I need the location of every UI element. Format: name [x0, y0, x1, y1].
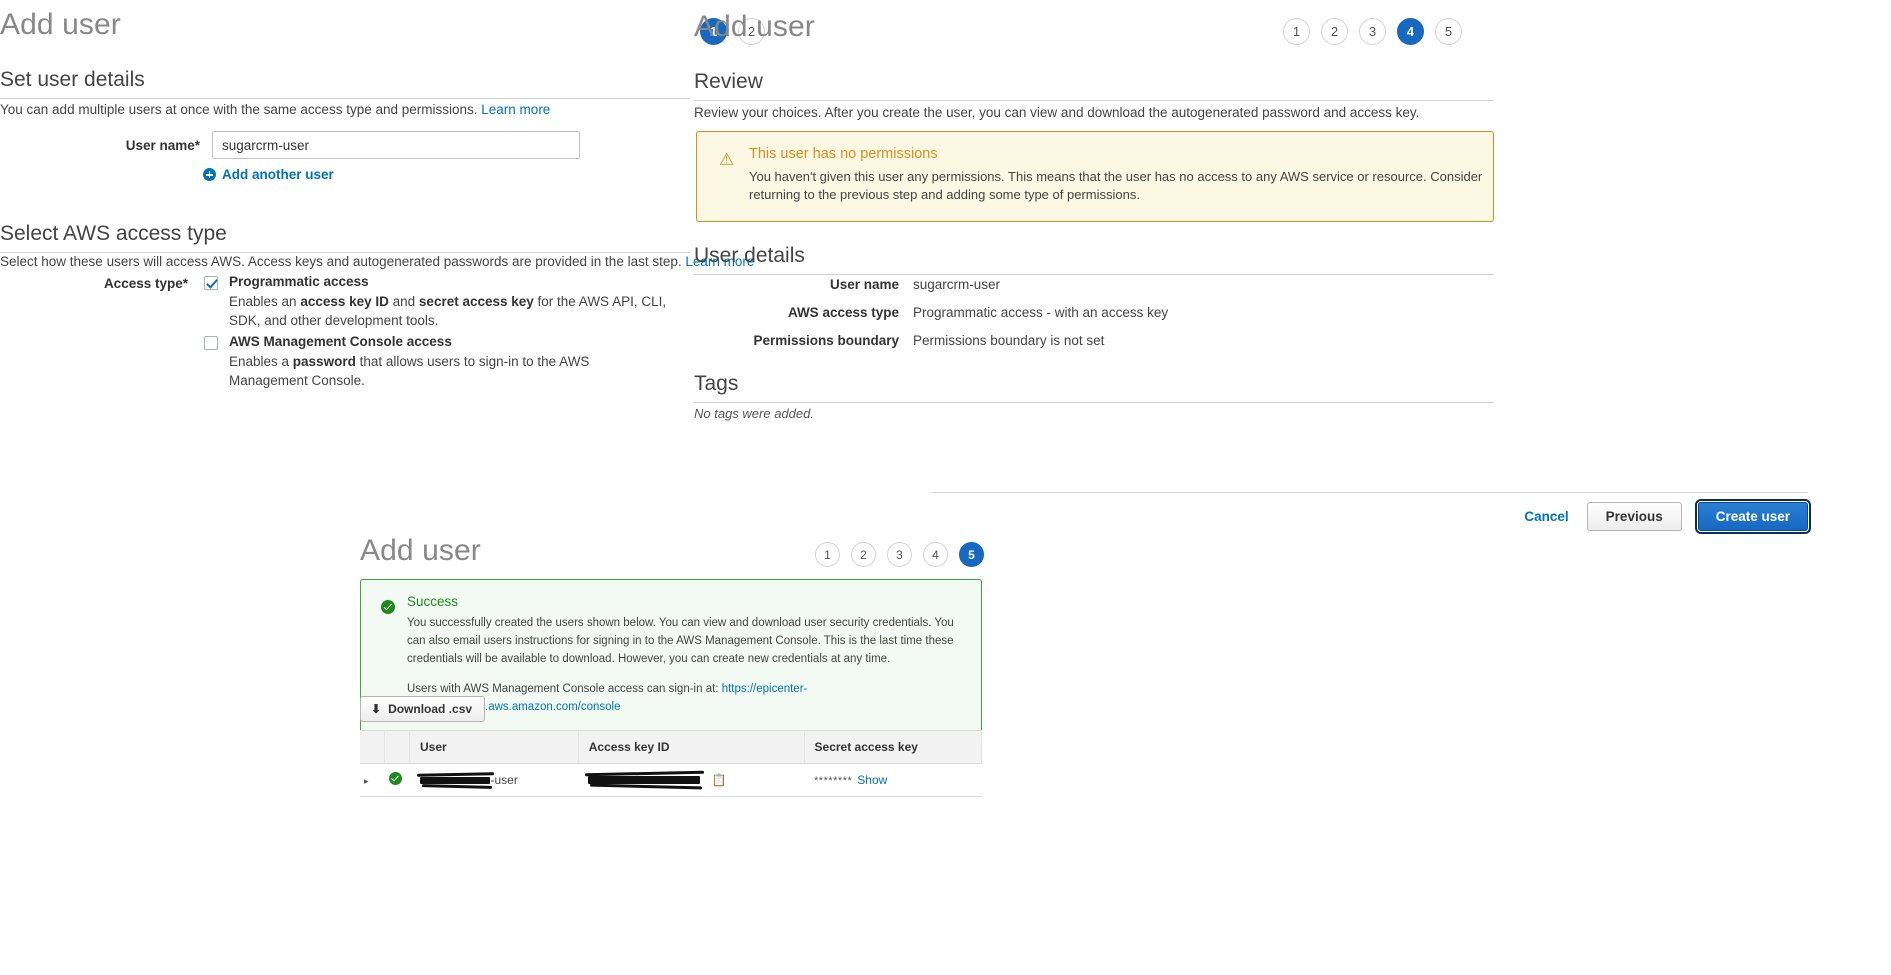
- success-signin-line: Users with AWS Management Console access…: [407, 681, 963, 717]
- option-programmatic-access: Programmatic access Enables an access ke…: [204, 274, 669, 330]
- action-bar: Cancel Previous Create user: [932, 492, 1812, 534]
- username-label: User name*: [125, 138, 200, 153]
- review-step-indicator-4[interactable]: 4: [1397, 18, 1424, 45]
- option-programmatic-access-title: Programmatic access: [229, 274, 369, 289]
- user-details-row: User name sugarcrm-user: [694, 277, 1494, 292]
- table-header-row: User Access key ID Secret access key: [360, 730, 983, 764]
- row-user-cell: -user: [409, 763, 579, 797]
- access-type-heading: Select AWS access type: [0, 222, 690, 253]
- set-user-details-description-text: You can add multiple users at once with …: [0, 102, 478, 117]
- warning-body: You haven't given this user any permissi…: [749, 169, 1483, 203]
- warning-title: This user has no permissions: [749, 146, 938, 162]
- tags-empty-message: No tags were added.: [694, 406, 814, 421]
- user-details-key: Permissions boundary: [753, 333, 899, 348]
- opt0-desc-p1: Enables an: [229, 294, 301, 309]
- download-csv-button[interactable]: ⬇ Download .csv: [360, 696, 486, 722]
- username-input[interactable]: [212, 131, 580, 159]
- expand-caret-icon[interactable]: ▸: [364, 776, 369, 787]
- secret-masked-value: ********: [814, 774, 853, 787]
- check-circle-icon: [381, 600, 395, 614]
- user-details-row: Permissions boundary Permissions boundar…: [694, 333, 1494, 348]
- review-heading: Review: [694, 70, 1494, 101]
- success-step-indicator-4[interactable]: 4: [923, 542, 948, 567]
- username-field-row: User name*: [0, 131, 690, 159]
- column-header-user: User: [409, 730, 579, 764]
- user-details-heading: User details: [694, 244, 1494, 275]
- user-details-value: sugarcrm-user: [913, 277, 1001, 292]
- create-user-button[interactable]: Create user: [1694, 499, 1812, 534]
- copy-icon[interactable]: 📋: [712, 773, 727, 787]
- opt1-desc-b1: password: [292, 354, 356, 369]
- success-body: You successfully created the users shown…: [407, 617, 954, 665]
- opt0-desc-b2: secret access key: [418, 294, 534, 309]
- step-indicator-bottom: 1 2 3 4 5: [815, 542, 984, 567]
- add-another-user-label: Add another user: [222, 167, 334, 182]
- redacted-username-mark: [419, 777, 490, 785]
- column-header-access-key-id: Access key ID: [578, 730, 805, 764]
- row-secret-cell: ******** Show: [804, 763, 982, 797]
- column-header-status: [384, 730, 410, 764]
- show-secret-link[interactable]: Show: [857, 773, 887, 787]
- success-step-indicator-5[interactable]: 5: [959, 542, 984, 567]
- no-permissions-warning-box: ⚠ This user has no permissions You haven…: [696, 131, 1494, 222]
- review-step-indicator-5[interactable]: 5: [1435, 18, 1462, 45]
- success-title: Success: [407, 594, 459, 609]
- success-step-indicator-2[interactable]: 2: [851, 542, 876, 567]
- download-csv-label: Download .csv: [388, 702, 473, 716]
- user-details-key: User name: [829, 277, 899, 292]
- page-title: Add user: [0, 8, 121, 41]
- success-step-indicator-3[interactable]: 3: [887, 542, 912, 567]
- review-description: Review your choices. After you create th…: [694, 105, 1420, 120]
- row-status-cell: [384, 763, 410, 797]
- cancel-button[interactable]: Cancel: [1522, 505, 1570, 528]
- warning-triangle-icon: ⚠: [719, 150, 735, 169]
- option-console-access-description: Enables a password that allows users to …: [229, 352, 669, 390]
- learn-more-link-user-details[interactable]: Learn more: [481, 102, 550, 117]
- row-user-suffix: -user: [490, 773, 518, 787]
- opt1-desc-p1: Enables a: [229, 354, 293, 369]
- opt0-desc-p2: and: [388, 294, 419, 309]
- credentials-table: User Access key ID Secret access key ▸ -…: [360, 730, 983, 797]
- tags-heading: Tags: [694, 372, 1494, 403]
- option-console-access: AWS Management Console access Enables a …: [204, 334, 669, 390]
- redacted-access-key-mark: [588, 776, 701, 785]
- column-header-secret-access-key: Secret access key: [804, 730, 983, 764]
- row-access-key-cell: 📋: [578, 763, 805, 797]
- add-another-user-button[interactable]: Add another user: [203, 167, 334, 182]
- checkbox-programmatic-access[interactable]: [204, 276, 218, 290]
- user-details-list: User name sugarcrm-user AWS access type …: [694, 277, 1494, 361]
- review-step-indicator-1[interactable]: 1: [1283, 18, 1310, 45]
- success-signin-prefix: Users with AWS Management Console access…: [407, 683, 719, 696]
- table-row[interactable]: ▸ -user 📋 ******** Show: [360, 763, 982, 797]
- set-user-details-heading: Set user details: [0, 68, 690, 99]
- user-details-value: Programmatic access - with an access key: [913, 305, 1169, 320]
- review-step-indicator-2[interactable]: 2: [1321, 18, 1348, 45]
- user-details-value: Permissions boundary is not set: [913, 333, 1105, 348]
- success-page-title: Add user: [360, 534, 481, 567]
- download-icon: ⬇: [371, 702, 382, 716]
- status-success-icon: [388, 772, 402, 785]
- set-user-details-description: You can add multiple users at once with …: [0, 100, 690, 120]
- action-buttons-row: Cancel Previous Create user: [1522, 499, 1812, 534]
- option-console-access-title: AWS Management Console access: [229, 334, 452, 349]
- user-details-key: AWS access type: [787, 305, 899, 320]
- row-expand-cell[interactable]: ▸: [360, 763, 385, 797]
- checkbox-console-access[interactable]: [204, 336, 218, 350]
- plus-circle-icon: [203, 168, 216, 181]
- review-page-title: Add user: [694, 10, 815, 43]
- review-step-indicator-3[interactable]: 3: [1359, 18, 1386, 45]
- access-type-description-text: Select how these users will access AWS. …: [0, 254, 682, 269]
- previous-button[interactable]: Previous: [1586, 502, 1682, 531]
- option-programmatic-access-description: Enables an access key ID and secret acce…: [229, 292, 669, 330]
- step-indicator-right: 1 2 3 4 5: [1283, 18, 1462, 45]
- success-step-indicator-1[interactable]: 1: [815, 542, 840, 567]
- opt0-desc-b1: access key ID: [300, 294, 389, 309]
- column-header-expand: [360, 730, 385, 764]
- access-type-label: Access type*: [103, 276, 188, 291]
- user-details-row: AWS access type Programmatic access - wi…: [694, 305, 1494, 320]
